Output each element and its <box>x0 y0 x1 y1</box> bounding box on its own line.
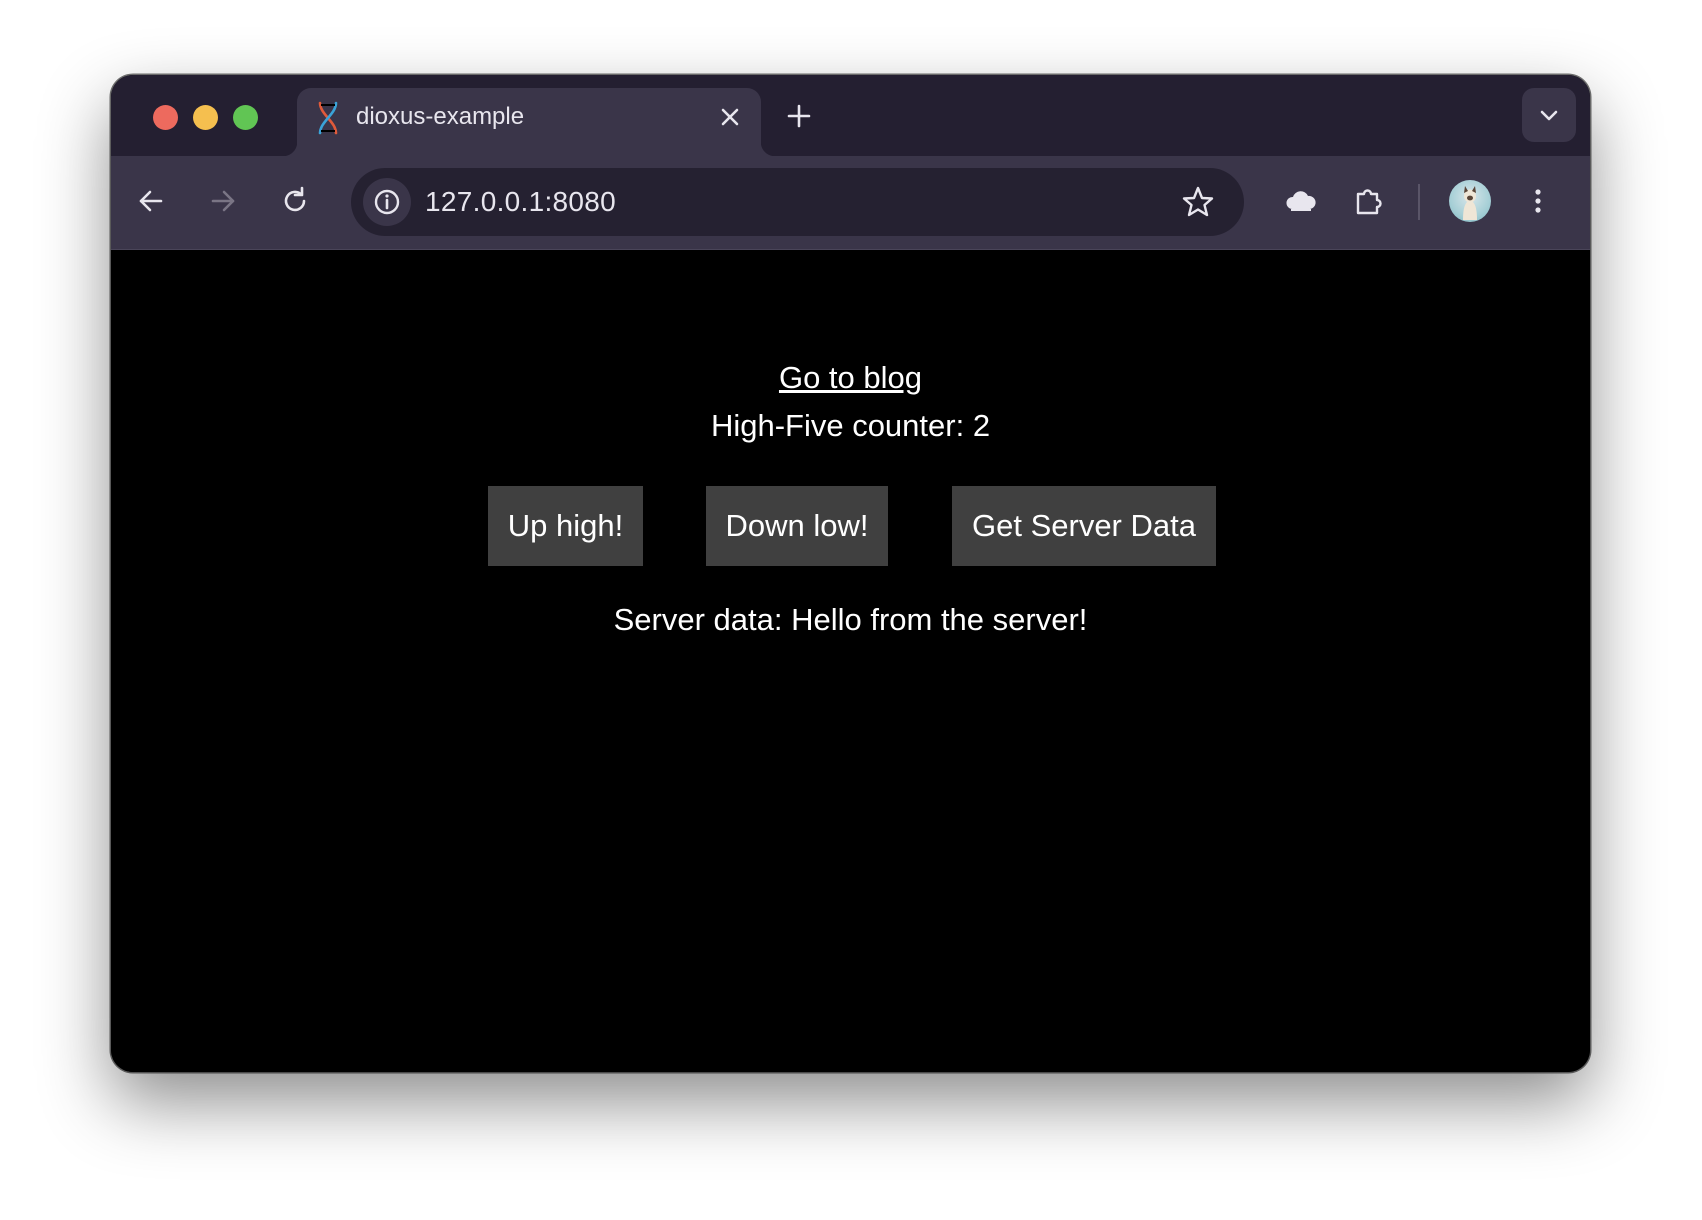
title-bar: dioxus-example <box>111 75 1590 156</box>
bookmark-star-icon[interactable] <box>1180 184 1216 220</box>
zoom-window-icon[interactable] <box>233 105 258 130</box>
dioxus-favicon-icon <box>318 101 338 135</box>
close-window-icon[interactable] <box>153 105 178 130</box>
site-info-button[interactable] <box>363 178 411 226</box>
back-arrow-icon[interactable] <box>133 183 169 219</box>
tab-title: dioxus-example <box>356 103 525 130</box>
site-info-icon <box>374 189 400 215</box>
cloud-extension-icon[interactable] <box>1283 183 1319 219</box>
menu-kebab-icon[interactable] <box>1520 183 1556 219</box>
get-server-data-button[interactable]: Get Server Data <box>952 486 1216 566</box>
high-five-counter: High-Five counter: 2 <box>710 408 991 443</box>
down-low-button[interactable]: Down low! <box>706 486 888 566</box>
up-high-button[interactable]: Up high! <box>488 486 643 566</box>
profile-avatar[interactable] <box>1449 180 1491 222</box>
browser-toolbar: 127.0.0.1:8080 <box>111 156 1590 250</box>
tab-dioxus-example[interactable]: dioxus-example <box>283 88 775 156</box>
tab-search-button[interactable] <box>1522 88 1576 142</box>
reload-icon[interactable] <box>277 183 313 219</box>
minimize-window-icon[interactable] <box>193 105 218 130</box>
go-to-blog-link[interactable]: Go to blog <box>779 360 922 395</box>
url-text: 127.0.0.1:8080 <box>425 186 617 217</box>
forward-arrow-icon[interactable] <box>205 183 241 219</box>
toolbar-divider <box>1418 184 1420 220</box>
server-data-text: Server data: Hello from the server! <box>613 602 1088 637</box>
tab-search-chevron-icon <box>1540 110 1558 121</box>
close-tab-icon[interactable] <box>717 104 743 130</box>
extensions-puzzle-icon[interactable] <box>1351 183 1387 219</box>
browser-window: dioxus-example 127.0.0.1:8080 Go to blog… <box>111 75 1590 1072</box>
new-tab-icon[interactable] <box>783 100 815 132</box>
blog-link-row: Go to blog <box>111 360 1590 396</box>
address-bar[interactable]: 127.0.0.1:8080 <box>351 168 1244 236</box>
page-content: Go to blog High-Five counter: 2 Up high!… <box>111 250 1590 1072</box>
